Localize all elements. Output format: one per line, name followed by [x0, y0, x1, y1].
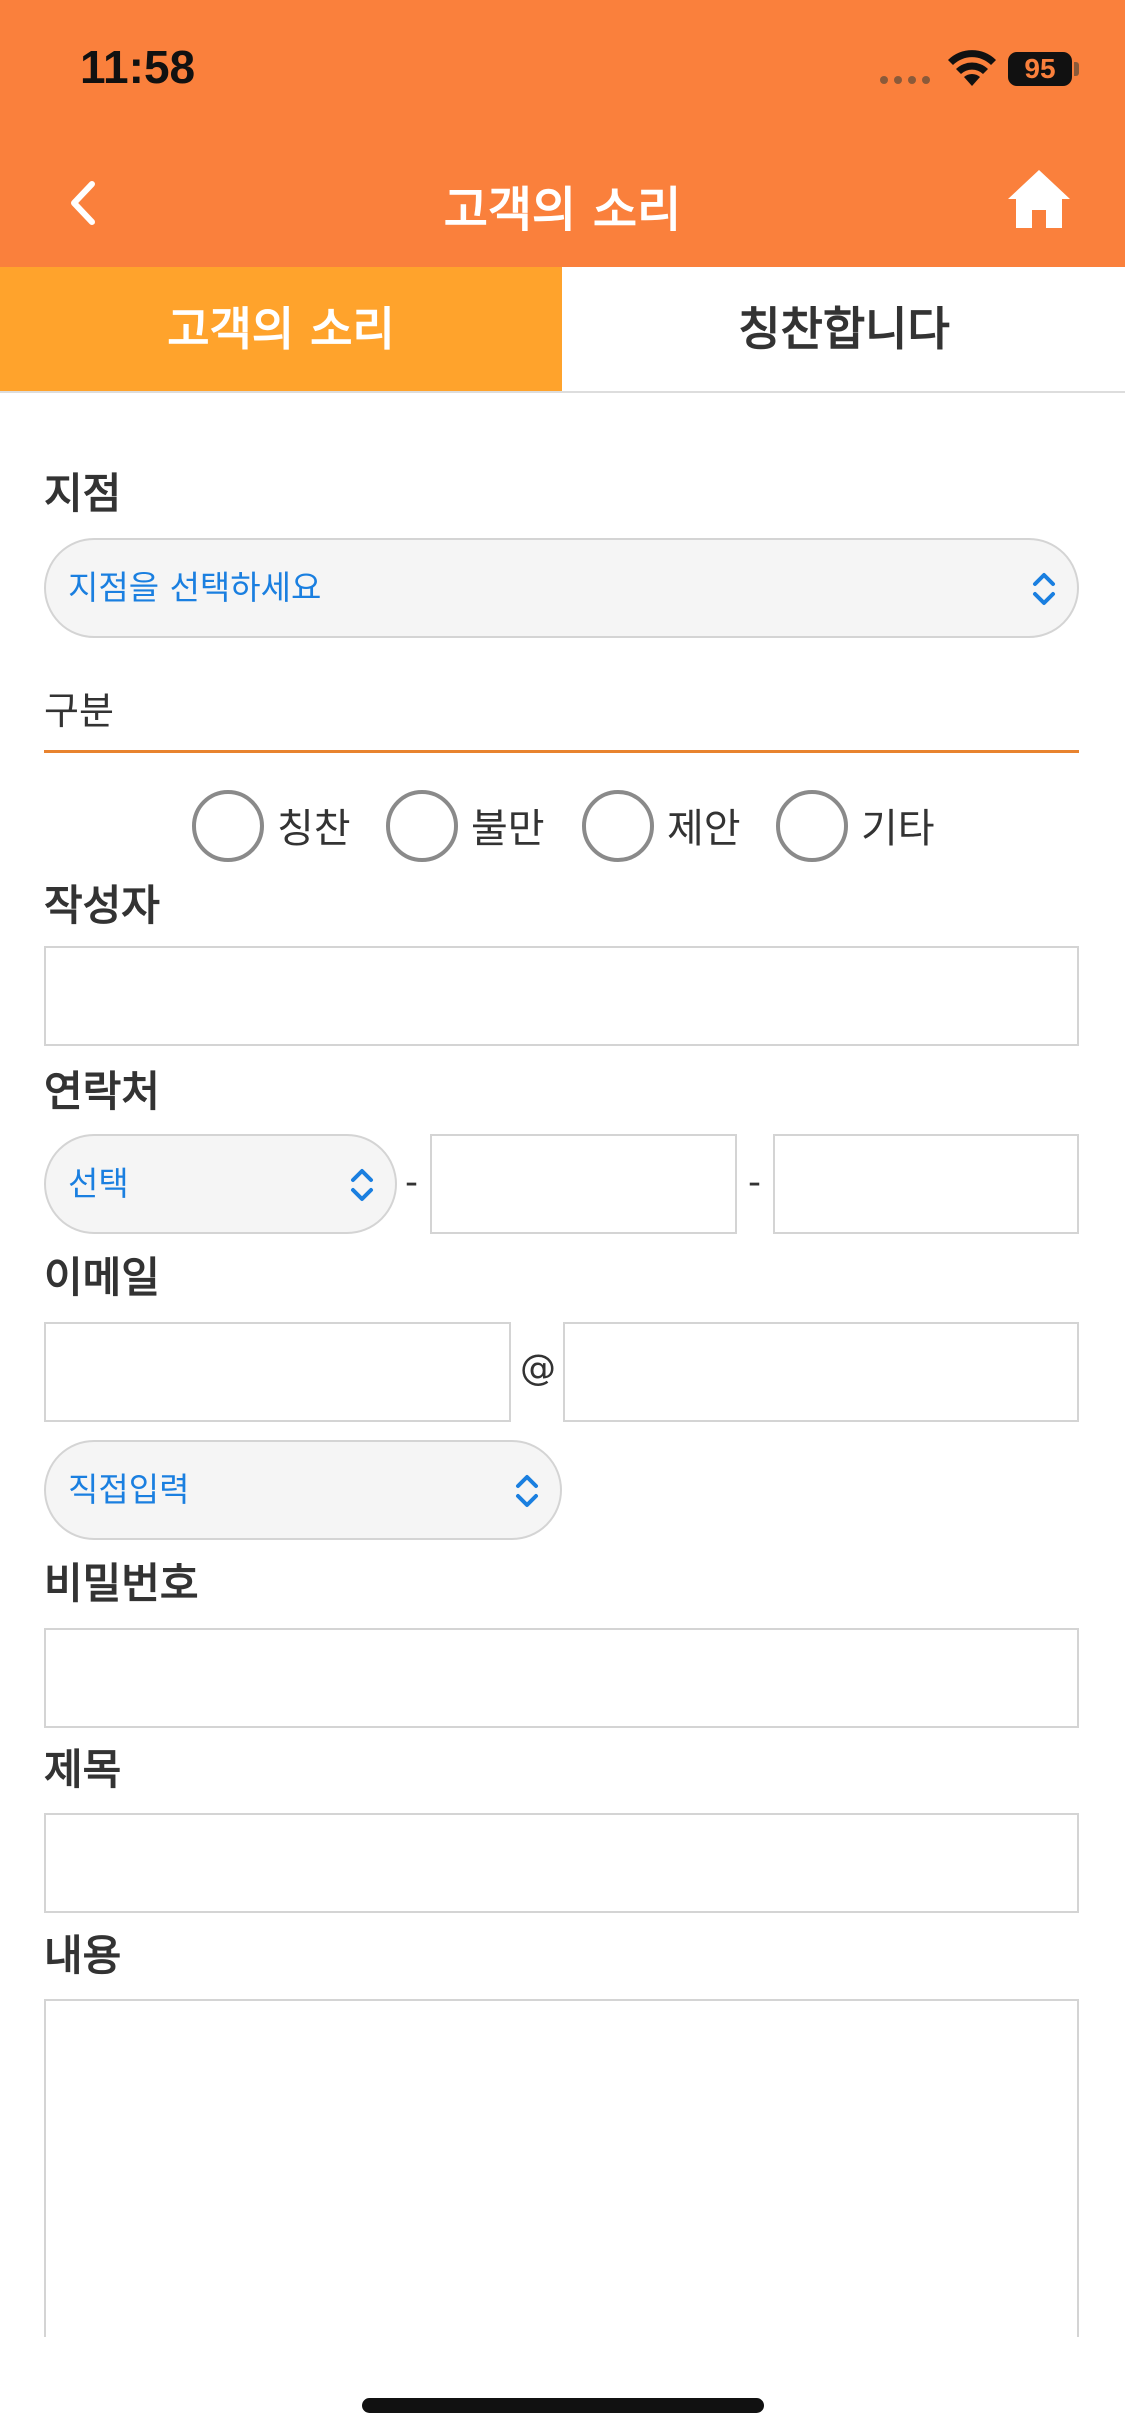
- status-bar: 11:58 95: [0, 0, 1125, 140]
- select-chevron-icon: [1033, 573, 1055, 605]
- radio-other[interactable]: [776, 790, 848, 862]
- phone-prefix-value: 선택: [68, 1164, 129, 1203]
- division-underline: [44, 750, 1079, 753]
- content-label: 내용: [44, 1931, 122, 1980]
- email-local-input[interactable]: [44, 1322, 511, 1422]
- email-domain-select-value: 직접입력: [68, 1470, 190, 1509]
- subject-input[interactable]: [44, 1813, 1079, 1913]
- radio-praise[interactable]: [192, 790, 264, 862]
- phone-separator: -: [748, 1162, 761, 1203]
- tab-compliments[interactable]: 칭찬합니다: [563, 267, 1125, 391]
- radio-other-label: 기타: [861, 806, 935, 852]
- password-label: 비밀번호: [44, 1559, 199, 1608]
- branch-select[interactable]: 지점을 선택하세요: [44, 538, 1079, 638]
- radio-praise-label: 칭찬: [277, 806, 351, 852]
- phone-last-input[interactable]: [773, 1134, 1079, 1234]
- subject-label: 제목: [44, 1745, 122, 1794]
- email-domain-select[interactable]: 직접입력: [44, 1440, 562, 1540]
- status-time: 11:58: [80, 41, 196, 93]
- phone-middle-input[interactable]: [430, 1134, 737, 1234]
- wifi-icon: [948, 50, 996, 86]
- tab-bar: 고객의 소리 칭찬합니다: [0, 267, 1125, 393]
- content-textarea[interactable]: [44, 1999, 1079, 2337]
- tab-customer-voice[interactable]: 고객의 소리: [0, 267, 562, 391]
- radio-suggestion-label: 제안: [667, 806, 741, 852]
- phone-separator: -: [405, 1162, 418, 1203]
- battery-icon: 95: [1008, 52, 1072, 86]
- home-indicator[interactable]: [362, 2398, 764, 2413]
- branch-select-value: 지점을 선택하세요: [68, 568, 322, 607]
- division-label: 구분: [44, 689, 114, 733]
- password-input[interactable]: [44, 1628, 1079, 1728]
- author-label: 작성자: [44, 881, 160, 930]
- radio-complaint[interactable]: [386, 790, 458, 862]
- cellular-signal-icon: [880, 76, 930, 84]
- email-domain-input[interactable]: [563, 1322, 1079, 1422]
- email-at-sign: @: [520, 1348, 556, 1389]
- select-chevron-icon: [516, 1475, 538, 1507]
- phone-prefix-select[interactable]: 선택: [44, 1134, 397, 1234]
- nav-bar: 고객의 소리: [0, 140, 1125, 267]
- select-chevron-icon: [351, 1169, 373, 1201]
- page-title: 고객의 소리: [443, 182, 682, 238]
- email-label: 이메일: [44, 1253, 160, 1302]
- radio-complaint-label: 불만: [471, 806, 545, 852]
- contact-label: 연락처: [44, 1067, 160, 1116]
- branch-label: 지점: [44, 469, 122, 518]
- battery-cap: [1074, 62, 1079, 76]
- author-input[interactable]: [44, 946, 1079, 1046]
- home-icon[interactable]: [1004, 164, 1074, 234]
- radio-suggestion[interactable]: [582, 790, 654, 862]
